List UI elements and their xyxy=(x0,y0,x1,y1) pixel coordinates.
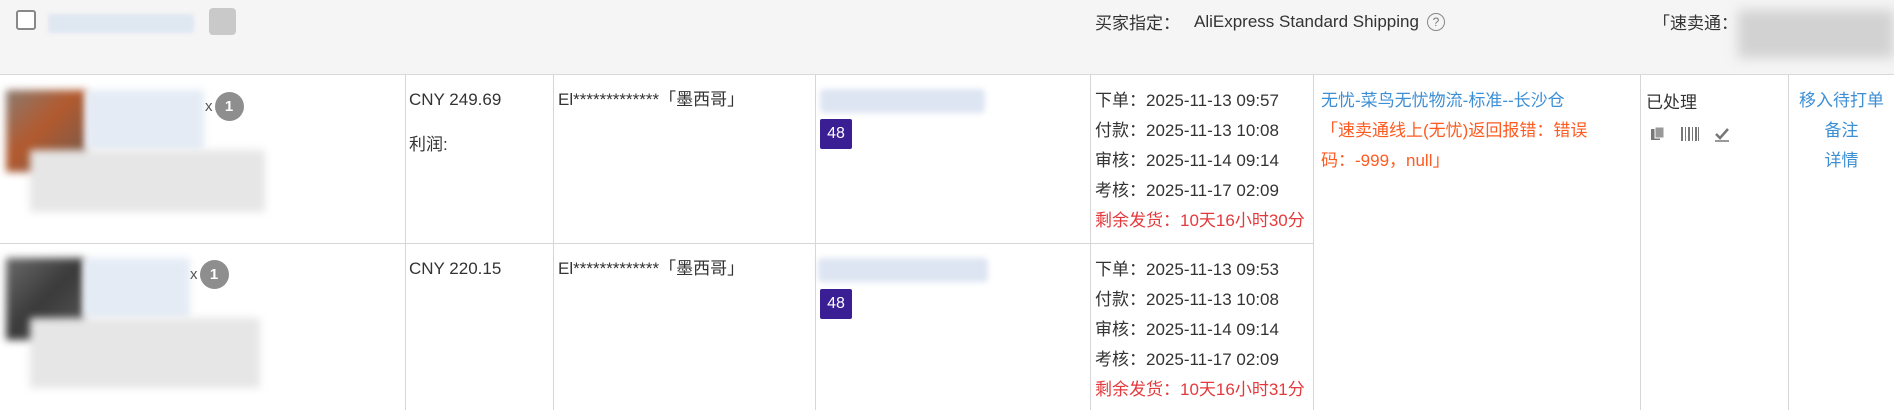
note-link[interactable]: 备注 xyxy=(1789,116,1894,146)
logistics-info: 无忧-菜鸟无忧物流-标准--长沙仓 「速卖通线上(无忧)返回报错：错误码：-99… xyxy=(1321,86,1621,176)
payment-time: 付款：2025-11-13 10:08 xyxy=(1095,121,1279,140)
profit-label: 利润: xyxy=(409,135,448,154)
quantity-x: x xyxy=(190,266,198,283)
product-title-blurred xyxy=(30,318,260,388)
product-sku-blurred xyxy=(86,90,204,150)
order-number-blurred xyxy=(48,14,194,33)
quantity-badge: 1 xyxy=(214,92,244,121)
barcode-icon[interactable] xyxy=(1680,124,1700,144)
days-tag: 48 xyxy=(820,119,852,149)
logistics-error-message: 「速卖通线上(无忧)返回报错：错误码：-999，null」 xyxy=(1321,121,1588,170)
shipping-value: AliExpress Standard Shipping xyxy=(1194,11,1419,31)
order-times: 下单：2025-11-13 09:57 付款：2025-11-13 10:08 … xyxy=(1095,86,1305,236)
review-time: 审核：2025-11-14 09:14 xyxy=(1095,151,1279,170)
buyer-name: El*************「墨西哥」 xyxy=(558,90,745,109)
order-time: 下单：2025-11-13 09:57 xyxy=(1095,91,1279,110)
move-to-print-link[interactable]: 移入待打单 xyxy=(1789,86,1894,116)
store-name-blurred xyxy=(1738,10,1894,58)
shipping-label: 买家指定： xyxy=(1095,14,1180,33)
detail-link[interactable]: 详情 xyxy=(1789,146,1894,176)
quantity: x 1 xyxy=(205,92,244,121)
order-actions: 移入待打单 备注 详情 xyxy=(1789,86,1894,176)
recipient-blurred xyxy=(820,89,985,113)
order-time: 下单：2025-11-13 09:53 xyxy=(1095,260,1279,279)
remaining-ship-time: 剩余发货：10天16小时30分 xyxy=(1095,211,1305,230)
check-time: 考核：2025-11-17 02:09 xyxy=(1095,181,1279,200)
help-icon[interactable]: ? xyxy=(1426,12,1445,31)
product-sku-blurred xyxy=(84,258,190,318)
column-divider xyxy=(1313,75,1314,410)
review-time: 审核：2025-11-14 09:14 xyxy=(1095,320,1279,339)
buyer-shipping-method: 买家指定： AliExpress Standard Shipping ? xyxy=(1095,9,1445,34)
quantity: x 1 xyxy=(190,260,229,289)
order-status: 已处理 xyxy=(1646,93,1697,112)
status-icons xyxy=(1648,124,1732,144)
order-group-header: 买家指定： AliExpress Standard Shipping ? 「速卖… xyxy=(0,0,1894,75)
order-times: 下单：2025-11-13 09:53 付款：2025-11-13 10:08 … xyxy=(1095,255,1305,405)
store-label: 「速卖通： xyxy=(1653,14,1738,33)
remaining-ship-time: 剩余发货：10天16小时31分 xyxy=(1095,380,1305,399)
check-time: 考核：2025-11-17 02:09 xyxy=(1095,350,1279,369)
quantity-badge: 1 xyxy=(199,260,229,289)
order-price: CNY 220.15 xyxy=(409,259,502,278)
column-divider xyxy=(1640,75,1641,410)
row-divider xyxy=(0,243,1313,244)
select-all-checkbox[interactable] xyxy=(16,10,36,30)
product-title-blurred xyxy=(30,150,265,212)
copy-square-button[interactable] xyxy=(209,8,236,35)
quantity-x: x xyxy=(205,98,213,115)
recipient-blurred xyxy=(818,258,988,282)
check-icon[interactable] xyxy=(1712,124,1732,144)
order-price: CNY 249.69 xyxy=(409,90,502,109)
logistics-channel-link[interactable]: 无忧-菜鸟无忧物流-标准--长沙仓 xyxy=(1321,86,1621,116)
days-tag: 48 xyxy=(820,289,852,319)
payment-time: 付款：2025-11-13 10:08 xyxy=(1095,290,1279,309)
buyer-name: El*************「墨西哥」 xyxy=(558,259,745,278)
copy-icon[interactable] xyxy=(1648,124,1668,144)
